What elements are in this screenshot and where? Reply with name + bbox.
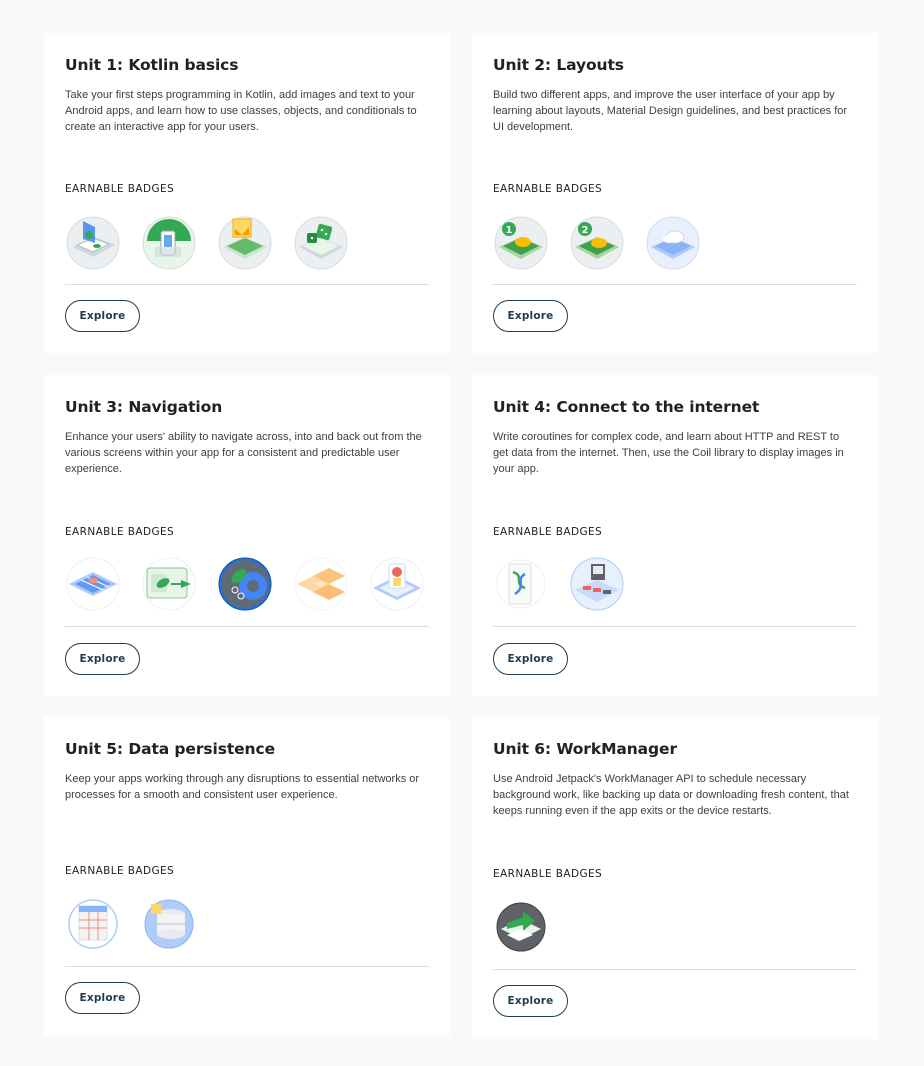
image-card-badge-icon[interactable] (217, 215, 272, 270)
dice-badge-icon[interactable] (293, 215, 348, 270)
badges-row: 1 2 (493, 215, 700, 271)
badges-label: EARNABLE BADGES (65, 526, 175, 538)
unit-title: Unit 6: WorkManager (493, 740, 677, 758)
badge-number: 1 (506, 225, 513, 236)
explore-button[interactable]: Explore (493, 643, 568, 675)
unit-title: Unit 3: Navigation (65, 398, 223, 416)
unit-title: Unit 1: Kotlin basics (65, 56, 239, 74)
badges-row (65, 215, 348, 271)
badges-label: EARNABLE BADGES (493, 868, 603, 880)
unit-card-4: Unit 4: Connect to the internet Write co… (472, 375, 878, 696)
unit-card-6: Unit 6: WorkManager Use Android Jetpack'… (472, 717, 878, 1039)
sql-table-badge-icon[interactable] (65, 896, 119, 950)
unit-card-3: Unit 3: Navigation Enhance your users' a… (44, 375, 450, 696)
unit-description: Keep your apps working through any disru… (65, 773, 420, 801)
layout-step-2-badge-icon[interactable]: 2 (569, 215, 624, 270)
divider (493, 626, 857, 627)
unit-card-1: Unit 1: Kotlin basics Take your first st… (44, 33, 450, 353)
explore-button[interactable]: Explore (65, 643, 140, 675)
coroutines-badge-icon[interactable] (493, 556, 547, 610)
divider (493, 969, 857, 970)
badges-label: EARNABLE BADGES (493, 526, 603, 538)
badges-row (65, 556, 424, 612)
divider (65, 626, 429, 627)
divider (493, 284, 857, 285)
explore-button[interactable]: Explore (65, 300, 140, 332)
badges-label: EARNABLE BADGES (493, 183, 603, 195)
workmanager-badge-icon[interactable] (493, 899, 547, 953)
explore-button[interactable]: Explore (65, 982, 140, 1014)
explore-button[interactable]: Explore (493, 985, 568, 1017)
unit-title: Unit 5: Data persistence (65, 740, 275, 758)
internet-images-badge-icon[interactable] (569, 556, 624, 611)
explore-button[interactable]: Explore (493, 300, 568, 332)
unit-card-5: Unit 5: Data persistence Keep your apps … (44, 717, 450, 1036)
badge-number: 2 (582, 225, 589, 236)
navigation-grid-badge-icon[interactable] (65, 556, 120, 611)
material-cloud-badge-icon[interactable] (645, 215, 700, 270)
badges-row (493, 556, 624, 612)
badges-label: EARNABLE BADGES (65, 865, 175, 877)
unit-description: Build two different apps, and improve th… (493, 89, 848, 133)
laptop-badge-icon[interactable] (65, 215, 120, 270)
cupcake-tiles-badge-icon[interactable] (293, 556, 348, 611)
badges-row (65, 896, 195, 952)
unit-description: Use Android Jetpack's WorkManager API to… (493, 773, 849, 817)
unit-description: Enhance your users' ability to navigate … (65, 431, 422, 475)
divider (65, 284, 429, 285)
unit-card-2: Unit 2: Layouts Build two different apps… (472, 33, 878, 353)
layout-step-1-badge-icon[interactable]: 1 (493, 215, 548, 270)
screen-flow-badge-icon[interactable] (369, 556, 424, 611)
lifecycle-gear-badge-icon[interactable] (217, 556, 272, 611)
phone-badge-icon[interactable] (141, 215, 196, 270)
unit-title: Unit 4: Connect to the internet (493, 398, 760, 416)
badges-row (493, 899, 547, 955)
unit-description: Write coroutines for complex code, and l… (493, 431, 844, 475)
fragment-flow-badge-icon[interactable] (141, 556, 196, 611)
divider (65, 966, 429, 967)
unit-title: Unit 2: Layouts (493, 56, 624, 74)
database-badge-icon[interactable] (141, 896, 195, 950)
unit-description: Take your first steps programming in Kot… (65, 89, 417, 133)
badges-label: EARNABLE BADGES (65, 183, 175, 195)
